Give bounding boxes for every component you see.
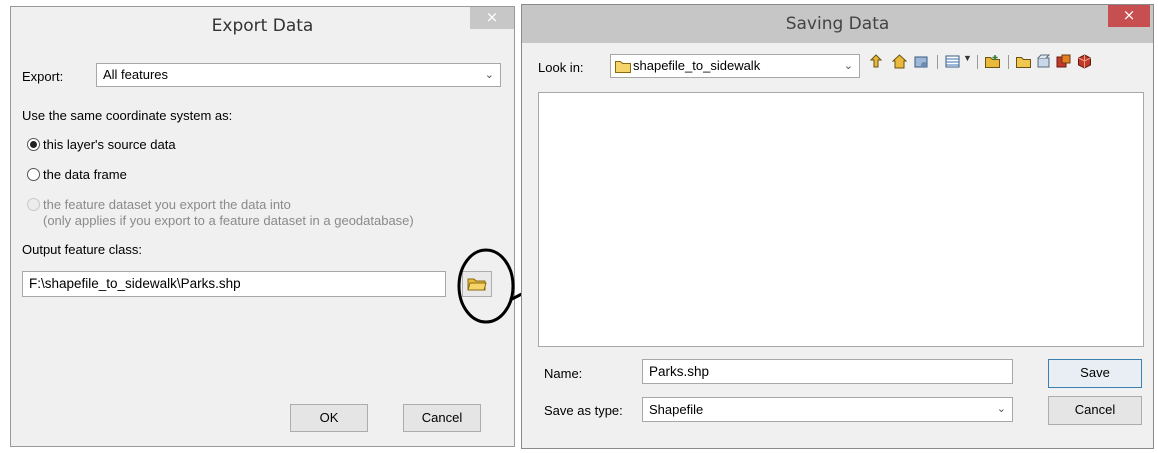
save-as-type-select[interactable]: Shapefile ⌄	[642, 397, 1013, 422]
close-button[interactable]: ×	[1108, 5, 1150, 27]
new-folder-icon[interactable]	[985, 54, 1000, 69]
look-in-value: shapefile_to_sidewalk	[633, 58, 761, 73]
name-label: Name:	[544, 366, 583, 381]
toolbar-separator	[977, 55, 978, 69]
look-in-select[interactable]: shapefile_to_sidewalk ⌄	[610, 54, 860, 78]
catalog-icon[interactable]	[1056, 54, 1071, 69]
connect-folder-icon[interactable]	[914, 54, 929, 69]
look-in-label: Look in:	[538, 60, 584, 75]
save-as-type-value: Shapefile	[649, 402, 704, 417]
up-one-level-icon[interactable]	[869, 54, 884, 69]
home-icon[interactable]	[892, 54, 907, 69]
view-dropdown-icon[interactable]: ▼	[963, 53, 972, 63]
folder-icon	[615, 61, 631, 73]
saving-data-dialog: Saving Data × Look in: shapefile_to_side…	[521, 4, 1154, 449]
chevron-down-icon: ⌄	[996, 403, 1006, 415]
name-field[interactable]: Parks.shp	[642, 359, 1013, 384]
view-options-icon[interactable]	[945, 54, 960, 69]
dialog-title: Saving Data	[522, 5, 1153, 43]
toolbar-separator	[937, 55, 938, 69]
chevron-down-icon: ⌄	[843, 60, 853, 72]
file-list[interactable]	[538, 92, 1144, 347]
save-button[interactable]: Save	[1048, 359, 1142, 388]
highlight-circle	[457, 248, 515, 324]
folder-icon[interactable]	[1016, 54, 1031, 69]
toolbar-separator	[1008, 55, 1009, 69]
new-item-icon[interactable]	[1036, 54, 1051, 69]
cancel-button[interactable]: Cancel	[1048, 396, 1142, 425]
model-icon[interactable]	[1077, 54, 1092, 69]
save-as-type-label: Save as type:	[544, 403, 623, 418]
